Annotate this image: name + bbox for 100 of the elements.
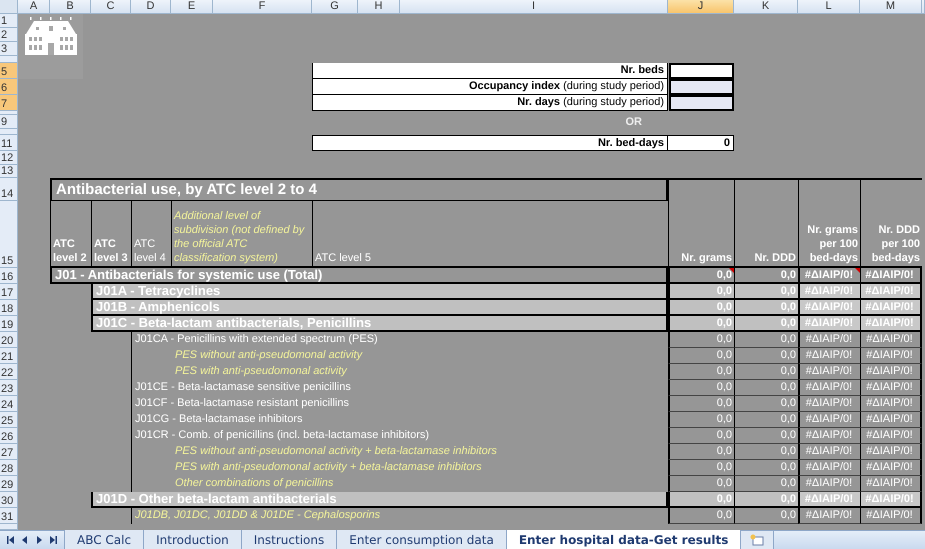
column-header[interactable]: M bbox=[860, 0, 922, 14]
sheet-tab[interactable]: ABC Calc bbox=[65, 530, 144, 549]
row-header[interactable]: 27 bbox=[0, 444, 18, 460]
row-header[interactable]: 20 bbox=[0, 332, 18, 348]
column-heading: Nr. DDD per 100 bed-days bbox=[860, 178, 922, 268]
value-cell: 0,0 bbox=[734, 444, 798, 460]
value-cell: #ΔΙΑΙΡ/0! bbox=[860, 412, 922, 428]
column-header[interactable]: H bbox=[358, 0, 400, 14]
category-label: J01B - Amphenicols bbox=[91, 300, 668, 316]
category-label: PES without anti-pseudomonal activity bbox=[131, 348, 668, 364]
column-header[interactable]: D bbox=[131, 0, 171, 14]
new-sheet-icon bbox=[749, 534, 766, 546]
row-header[interactable]: 13 bbox=[0, 165, 18, 178]
row-header[interactable]: 23 bbox=[0, 380, 18, 396]
value-cell: #ΔΙΑΙΡ/0! bbox=[798, 444, 860, 460]
column-header[interactable]: L bbox=[798, 0, 860, 14]
value-cell: 0,0 bbox=[734, 380, 798, 396]
value-cell: #ΔΙΑΙΡ/0! bbox=[860, 444, 922, 460]
row-header[interactable]: 17 bbox=[0, 284, 18, 300]
value-cell: 0,0 bbox=[734, 412, 798, 428]
row-header[interactable]: 24 bbox=[0, 396, 18, 412]
row-header[interactable]: 3 bbox=[0, 42, 18, 56]
sheet-tab[interactable]: Enter consumption data bbox=[337, 530, 507, 549]
column-heading: ATC level 3 bbox=[91, 201, 131, 268]
field-label: Occupancy index (during study period) bbox=[312, 79, 668, 95]
sheet-tab[interactable]: Enter hospital data-Get results bbox=[506, 530, 742, 549]
input-cell[interactable] bbox=[669, 79, 734, 95]
row-header[interactable]: 9 bbox=[0, 115, 18, 129]
row-header[interactable]: 1 bbox=[0, 14, 18, 28]
row-header[interactable]: 31 bbox=[0, 508, 18, 524]
value-cell: #ΔΙΑΙΡ/0! bbox=[798, 396, 860, 412]
sheet-tab[interactable]: Instructions bbox=[242, 530, 338, 549]
value-cell: #ΔΙΑΙΡ/0! bbox=[798, 428, 860, 444]
input-cell[interactable] bbox=[669, 63, 734, 79]
row-header[interactable]: 19 bbox=[0, 316, 18, 332]
input-cell[interactable] bbox=[669, 95, 734, 111]
or-label: OR bbox=[624, 115, 643, 129]
row-header[interactable]: 22 bbox=[0, 364, 18, 380]
row-header[interactable]: 30 bbox=[0, 492, 18, 508]
value-cell: #ΔΙΑΙΡ/0! bbox=[860, 380, 922, 396]
value-cell: #ΔΙΑΙΡ/0! bbox=[798, 460, 860, 476]
row-header[interactable]: 2 bbox=[0, 28, 18, 42]
category-label: J01CE - Beta-lactamase sensitive penicillins bbox=[131, 380, 668, 396]
category-label: J01CA - Penicillins with extended spectrum (PES) bbox=[131, 332, 668, 348]
row-header[interactable]: 12 bbox=[0, 151, 18, 165]
value-cell: #ΔΙΑΙΡ/0! bbox=[798, 332, 860, 348]
value-cell: 0,0 bbox=[734, 364, 798, 380]
value-cell: 0,0 bbox=[734, 332, 798, 348]
value-cell: #ΔΙΑΙΡ/0! bbox=[860, 396, 922, 412]
column-header[interactable]: G bbox=[312, 0, 358, 14]
field-label: Nr. beds bbox=[312, 63, 668, 79]
row-header[interactable]: 28 bbox=[0, 460, 18, 476]
value-cell: 0,0 bbox=[734, 284, 798, 300]
value-cell: #ΔΙΑΙΡ/0! bbox=[798, 364, 860, 380]
row-header[interactable]: 18 bbox=[0, 300, 18, 316]
value-cell: 0,0 bbox=[668, 492, 734, 508]
column-header[interactable]: F bbox=[213, 0, 312, 14]
value-cell: 0,0 bbox=[668, 412, 734, 428]
value-cell: 0,0 bbox=[668, 332, 734, 348]
column-heading: Nr. DDD bbox=[734, 178, 798, 268]
value-cell: 0,0 bbox=[668, 348, 734, 364]
row-header[interactable]: 11 bbox=[0, 135, 18, 151]
column-header[interactable]: I bbox=[400, 0, 668, 14]
column-header[interactable]: B bbox=[50, 0, 91, 14]
column-header[interactable]: J bbox=[668, 0, 734, 14]
insert-sheet-button[interactable] bbox=[741, 531, 774, 549]
value-cell: #ΔΙΑΙΡ/0! bbox=[798, 508, 860, 524]
row-header[interactable]: 6 bbox=[0, 79, 18, 95]
sheet-tab[interactable]: Introduction bbox=[144, 530, 242, 549]
category-label: J01C - Beta-lactam antibacterials, Penicillins bbox=[91, 316, 668, 332]
row-header[interactable]: 14 bbox=[0, 178, 18, 201]
column-header[interactable]: E bbox=[171, 0, 213, 14]
value-cell: 0,0 bbox=[734, 428, 798, 444]
column-header[interactable]: A bbox=[18, 0, 50, 14]
value-cell: 0,0 bbox=[668, 380, 734, 396]
value-cell: 0,0 bbox=[734, 396, 798, 412]
column-heading: ATC level 4 bbox=[131, 201, 171, 268]
row-header[interactable]: 15 bbox=[0, 201, 18, 268]
category-label: J01CF - Beta-lactamase resistant penicillins bbox=[131, 396, 668, 412]
row-header[interactable]: 21 bbox=[0, 348, 18, 364]
column-header[interactable]: C bbox=[91, 0, 131, 14]
row-header[interactable]: 7 bbox=[0, 95, 18, 111]
row-header[interactable]: 25 bbox=[0, 412, 18, 428]
column-heading: Additional level of subdivision (not defined by the official ATC classification system) bbox=[171, 201, 312, 268]
category-label: PES with anti-pseudomonal activity bbox=[131, 364, 668, 380]
value-cell: 0,0 bbox=[734, 460, 798, 476]
row-header[interactable]: 5 bbox=[0, 63, 18, 79]
row-header[interactable]: 29 bbox=[0, 476, 18, 492]
value-cell: 0,0 bbox=[668, 316, 734, 332]
category-label: J01D - Other beta-lactam antibacterials bbox=[91, 492, 668, 508]
value-cell: #ΔΙΑΙΡ/0! bbox=[860, 508, 922, 524]
column-header[interactable]: K bbox=[734, 0, 798, 14]
value-cell: #ΔΙΑΙΡ/0! bbox=[860, 364, 922, 380]
value-cell: 0,0 bbox=[668, 444, 734, 460]
comment-marker[interactable] bbox=[855, 268, 860, 273]
value-cell: #ΔΙΑΙΡ/0! bbox=[860, 460, 922, 476]
row-header[interactable]: 26 bbox=[0, 428, 18, 444]
category-label: J01DB, J01DC, J01DD & J01DE - Cephalosporins bbox=[131, 508, 668, 524]
row-header[interactable]: 16 bbox=[0, 268, 18, 284]
value-cell: 0,0 bbox=[734, 348, 798, 364]
